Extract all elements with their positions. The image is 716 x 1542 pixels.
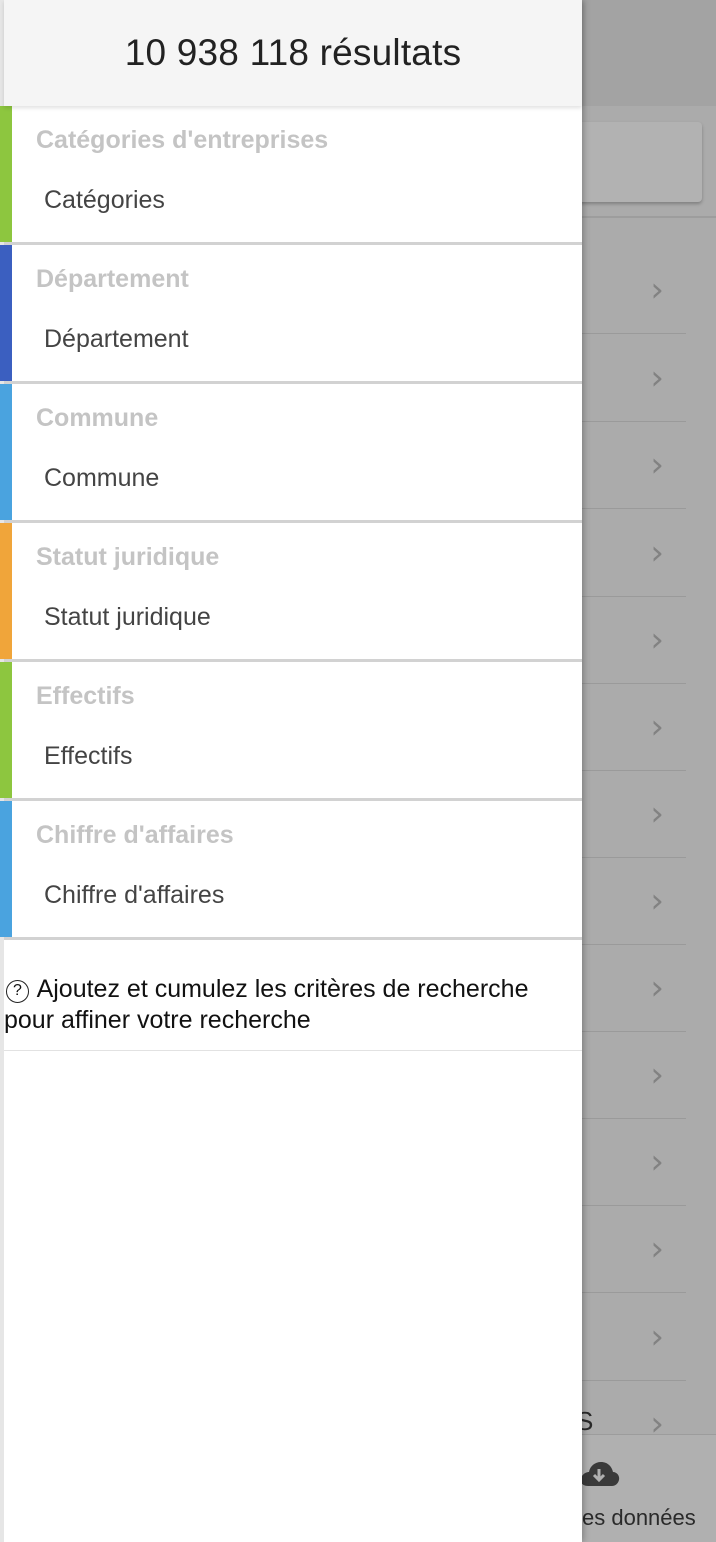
filter-chiffre-affaires[interactable]: Chiffre d'affaires Chiffre d'affaires <box>0 801 582 940</box>
chevron-right-icon: › <box>650 532 664 573</box>
filter-color-bar <box>0 801 12 937</box>
chevron-right-icon: › <box>650 967 664 1008</box>
chevron-right-icon: › <box>650 444 664 485</box>
filter-value[interactable]: Département <box>44 325 189 354</box>
drawer-header: 10 938 118 résultats <box>4 0 582 106</box>
filter-title: Chiffre d'affaires <box>36 821 234 849</box>
filter-color-bar <box>0 245 12 381</box>
filter-title: Statut juridique <box>36 543 220 571</box>
cloud-download-icon <box>580 1462 620 1486</box>
filter-departement[interactable]: Département Département <box>0 245 582 384</box>
filter-drawer: 10 938 118 résultats Catégories d'entrep… <box>0 0 582 1542</box>
filter-color-bar <box>0 662 12 798</box>
chevron-right-icon: › <box>650 269 664 310</box>
chevron-right-icon: › <box>650 1316 664 1357</box>
chevron-right-icon: › <box>650 357 664 398</box>
filter-value[interactable]: Catégories <box>44 186 165 215</box>
search-hint-text: Ajoutez et cumulez les critères de reche… <box>4 975 529 1034</box>
filter-statut-juridique[interactable]: Statut juridique Statut juridique <box>0 523 582 662</box>
chevron-right-icon: › <box>650 1141 664 1182</box>
chevron-right-icon: › <box>650 619 664 660</box>
background-footer-label: es données <box>582 1505 696 1530</box>
filter-value[interactable]: Statut juridique <box>44 603 211 632</box>
background-divider <box>560 216 716 218</box>
chevron-right-icon: › <box>650 706 664 747</box>
filter-effectifs[interactable]: Effectifs Effectifs <box>0 662 582 801</box>
filter-title: Effectifs <box>36 682 135 710</box>
filter-title: Commune <box>36 404 159 432</box>
chevron-right-icon: › <box>650 1054 664 1095</box>
filter-color-bar <box>0 384 12 520</box>
filter-color-bar <box>0 106 12 242</box>
filter-color-bar <box>0 523 12 659</box>
filter-title: Catégories d'entreprises <box>36 126 329 154</box>
results-count-title: 10 938 118 résultats <box>124 32 462 73</box>
chevron-right-icon: › <box>650 793 664 834</box>
filter-commune[interactable]: Commune Commune <box>0 384 582 523</box>
filter-value[interactable]: Chiffre d'affaires <box>44 881 224 910</box>
filter-title: Département <box>36 265 189 293</box>
filter-value[interactable]: Commune <box>44 464 159 493</box>
filter-value[interactable]: Effectifs <box>44 742 132 771</box>
chevron-right-icon: › <box>650 880 664 921</box>
help-circle-icon: ? <box>6 980 29 1003</box>
filter-categories[interactable]: Catégories d'entreprises Catégories <box>0 106 582 245</box>
chevron-right-icon: › <box>650 1228 664 1269</box>
search-hint: ? Ajoutez et cumulez les critères de rec… <box>4 940 582 1051</box>
